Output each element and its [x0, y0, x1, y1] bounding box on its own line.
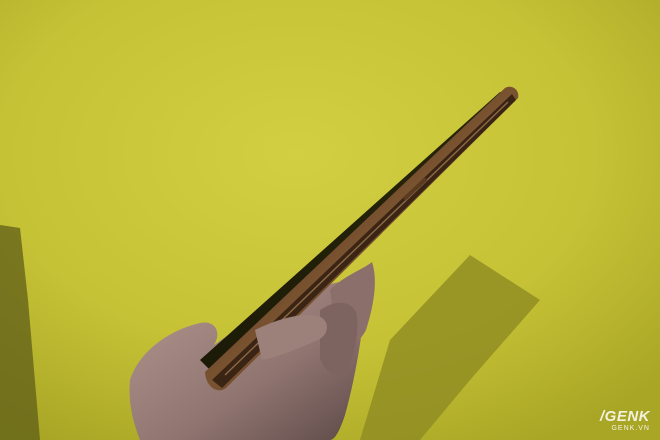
genk-watermark: /GENK GENK.VN [600, 409, 650, 432]
photo-scene: /GENK GENK.VN [0, 0, 660, 440]
watermark-site: GENK.VN [611, 425, 650, 432]
photo-illustration [0, 0, 660, 440]
watermark-brand: /GENK [599, 408, 650, 425]
